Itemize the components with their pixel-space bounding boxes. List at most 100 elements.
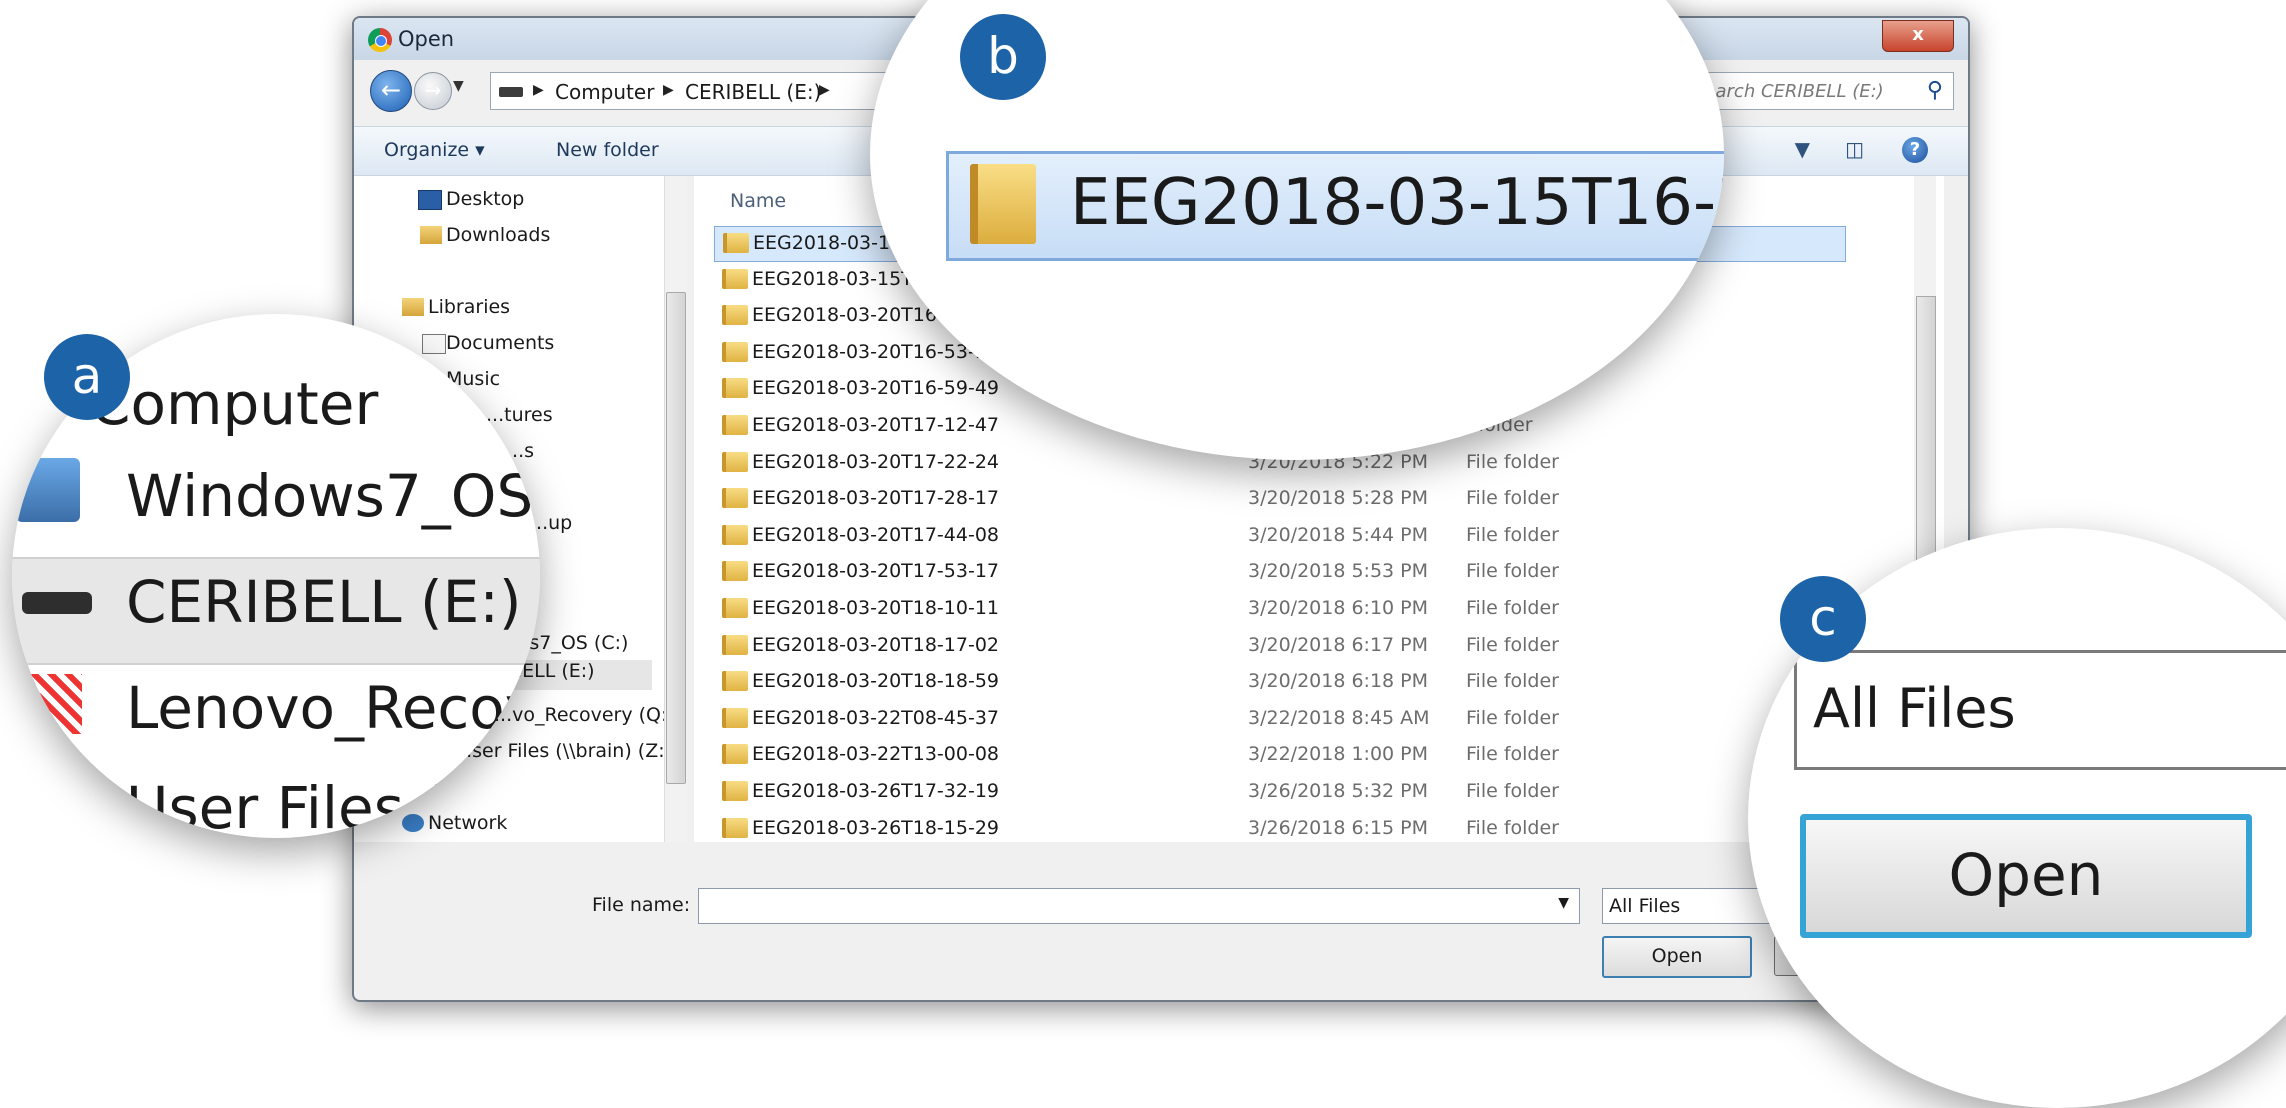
sidebar-scrollbar-thumb[interactable]	[666, 292, 686, 784]
table-row[interactable]: EEG2018-03-20T18-17-02 3/20/2018 6:17 PM F…	[714, 629, 1844, 663]
file-name-label: File name:	[592, 894, 691, 916]
recent-pages-dropdown-icon[interactable]: ▼	[453, 78, 464, 94]
file-date-modified: 3/20/2018 6:17 PM	[1248, 633, 1429, 656]
removable-drive-icon	[22, 592, 92, 614]
zoom-item-user-files: User Files (	[126, 774, 445, 838]
table-row[interactable]: EEG2018-03-20T17-44-08 3/20/2018 5:44 PM F…	[714, 519, 1844, 553]
folder-icon	[970, 164, 1036, 244]
sidebar-item-libraries[interactable]: Libraries	[428, 296, 510, 318]
folder-icon	[722, 305, 748, 326]
file-name-input[interactable]: ▼	[698, 888, 1580, 924]
file-name: EEG2018-03-20T17-28-17	[752, 487, 999, 510]
file-type: File folder	[1466, 523, 1559, 546]
recovery-drive-icon	[22, 674, 82, 734]
file-name: EEG2018-03-15	[753, 232, 903, 254]
file-type: File folder	[1466, 633, 1559, 656]
zoom-filter-value: All Files	[1813, 677, 2016, 740]
file-date-modified: 3/20/2018 6:10 PM	[1248, 597, 1429, 619]
column-header-name[interactable]: Name	[730, 190, 786, 212]
folder-icon	[722, 524, 748, 545]
sidebar-item-user-files[interactable]: ...ser Files (\\brain) (Z:)	[454, 740, 672, 762]
preview-pane-icon[interactable]: ◫	[1845, 137, 1864, 161]
file-type: File folder	[1466, 670, 1559, 693]
open-button[interactable]: Open	[1602, 936, 1752, 978]
breadcrumb-ceribell[interactable]: CERIBELL (E:)	[685, 80, 821, 104]
file-name: EEG2018-03-20T17-53-17	[752, 560, 999, 583]
file-date-modified: 3/22/2018 8:45 AM	[1248, 706, 1430, 729]
folder-icon	[722, 598, 748, 618]
sidebar-item-pictures[interactable]: ...tures	[486, 404, 553, 426]
file-name: EEG2018-03-20T17-22-24	[752, 450, 999, 473]
zoom-item-ceribell: CERIBELL (E:)	[126, 568, 522, 636]
folder-icon	[722, 341, 748, 362]
table-row[interactable]: EEG2018-03-22T13-00-08 3/22/2018 1:00 PM F…	[714, 738, 1844, 772]
breadcrumb-computer[interactable]: Computer	[555, 80, 654, 104]
zoom-item-lenovo-recovery: Lenovo_Recov	[126, 674, 540, 742]
documents-icon	[422, 334, 446, 354]
dialog-footer: File name: ▼ All Files Open	[354, 866, 1968, 1000]
breadcrumb-arrow-icon[interactable]: ▶	[533, 82, 544, 98]
file-name: EEG2018-03-22T13-00-08	[752, 743, 999, 766]
file-date-modified: 3/26/2018 6:15 PM	[1248, 816, 1429, 839]
help-icon[interactable]: ?	[1902, 137, 1928, 163]
sidebar-item-label: ...tures	[486, 404, 553, 426]
folder-icon	[722, 488, 748, 509]
table-row[interactable]: EEG2018-03-20T17-53-17 3/20/2018 5:53 PM F…	[714, 555, 1844, 589]
table-row[interactable]: EEG2018-03-26T17-32-19 3/26/2018 5:32 PM F…	[714, 775, 1844, 809]
file-type: File folder	[1466, 706, 1559, 729]
close-button[interactable]: x	[1882, 20, 1954, 52]
folder-icon	[722, 451, 748, 472]
table-row[interactable]: EEG2018-03-20T17-28-17 3/20/2018 5:28 PM F…	[714, 482, 1844, 516]
chrome-icon	[368, 28, 392, 52]
file-name: EEG2018-03-20T18-10-11	[752, 597, 999, 619]
search-icon[interactable]: ⚲	[1927, 78, 1943, 103]
folder-icon	[722, 561, 748, 582]
sidebar-item-documents[interactable]: Documents	[446, 332, 554, 354]
table-row[interactable]: EEG2018-03-22T08-45-37 3/22/2018 8:45 AM F…	[714, 702, 1844, 736]
file-type-filter-value: All Files	[1609, 895, 1681, 917]
sidebar-item-desktop[interactable]: Desktop	[446, 188, 524, 210]
new-folder-button[interactable]: New folder	[556, 139, 659, 161]
file-name: EEG2018-03-26T18-15-29	[752, 816, 999, 839]
zoom-file-type-filter: All Files	[1794, 650, 2286, 770]
desktop-icon	[418, 190, 442, 210]
callout-badge-c: c	[1780, 576, 1866, 662]
file-type: File folder	[1466, 487, 1559, 510]
folder-icon	[723, 233, 749, 253]
table-row[interactable]: EEG2018-03-20T18-10-11 3/20/2018 6:10 PM F…	[714, 592, 1844, 626]
file-name: EEG2018-03-20T16	[752, 304, 937, 327]
file-name: EEG2018-03-26T17-32-19	[752, 780, 999, 802]
zoom-open-button: Open	[1800, 814, 2252, 938]
organize-button[interactable]: Organize ▾	[384, 139, 485, 161]
breadcrumb-arrow-icon[interactable]: ▶	[819, 82, 830, 98]
chevron-down-icon[interactable]: ▼	[1558, 895, 1569, 911]
file-date-modified: 3/26/2018 5:32 PM	[1248, 780, 1429, 802]
folder-icon	[722, 415, 748, 435]
file-type: File folder	[1466, 597, 1559, 619]
file-name: EEG2018-03-20T17-12-47	[752, 414, 999, 436]
back-button[interactable]: ←	[370, 70, 412, 112]
zoom-folder-name: EEG2018-03-15T16-32-38	[1070, 166, 1724, 240]
folder-icon	[722, 781, 748, 801]
file-date-modified: 3/20/2018 5:28 PM	[1248, 487, 1429, 510]
folder-icon	[722, 378, 748, 399]
sidebar-item-label: Libraries	[428, 296, 511, 318]
forward-button[interactable]: →	[414, 72, 452, 110]
folder-icon	[722, 817, 748, 838]
table-row[interactable]: EEG2018-03-26T18-15-29 3/26/2018 6:15 PM F…	[714, 812, 1844, 846]
sidebar-item-label: Documents	[446, 332, 555, 354]
folder-icon	[722, 634, 748, 655]
downloads-icon	[420, 226, 442, 244]
search-placeholder: Search CERIBELL (E:)	[1693, 81, 1884, 102]
libraries-icon	[402, 298, 424, 316]
file-date-modified: 3/22/2018 1:00 PM	[1248, 743, 1429, 766]
sidebar-item-downloads[interactable]: Downloads	[446, 224, 550, 246]
breadcrumb-arrow-icon[interactable]: ▶	[663, 82, 674, 98]
file-date-modified: 3/20/2018 6:18 PM	[1248, 670, 1429, 693]
folder-icon	[722, 268, 748, 289]
table-row[interactable]: EEG2018-03-20T18-18-59 3/20/2018 6:18 PM F…	[714, 665, 1844, 699]
search-input[interactable]: Search CERIBELL (E:) ⚲	[1682, 72, 1954, 110]
file-name: EEG2018-03-20T16-53-...	[752, 340, 993, 363]
file-type: File folder	[1466, 560, 1559, 583]
view-options-chevron-icon[interactable]: ▼	[1795, 137, 1810, 161]
